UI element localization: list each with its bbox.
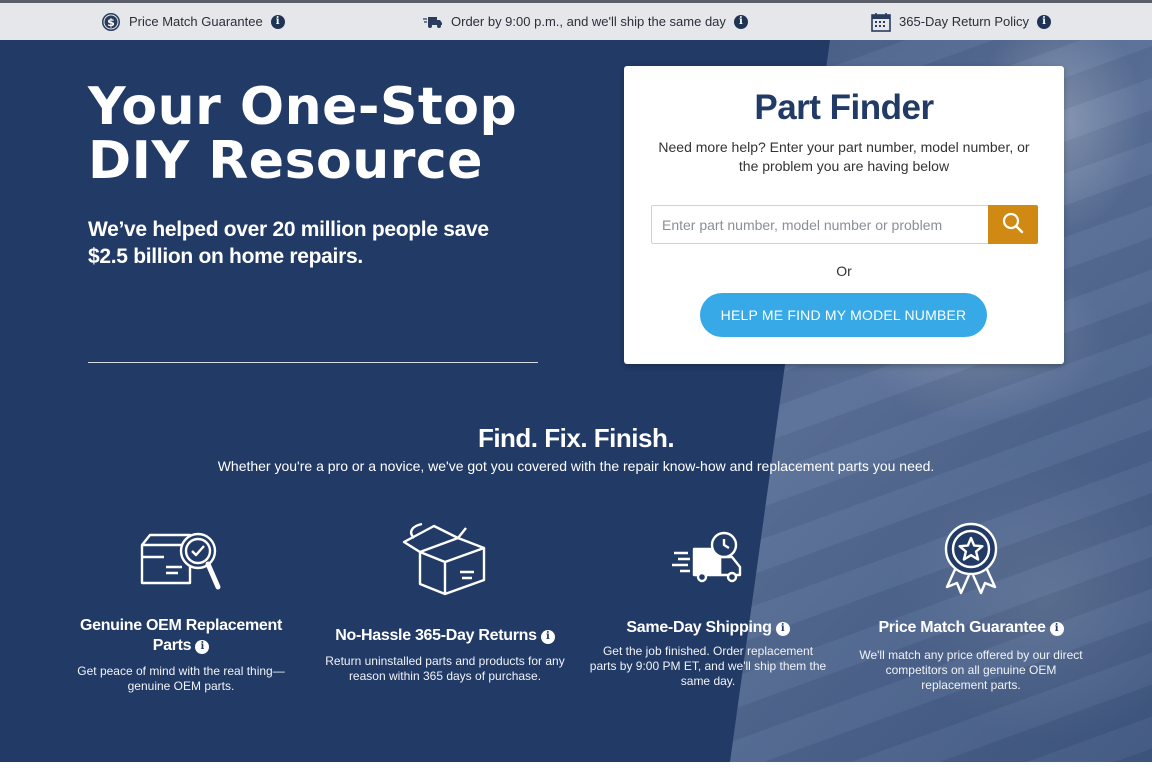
info-icon[interactable]: i — [195, 640, 210, 654]
search-button[interactable] — [988, 205, 1038, 244]
award-ribbon-icon — [851, 518, 1091, 600]
section-title: Find. Fix. Finish. — [477, 423, 675, 453]
info-icon[interactable]: i — [540, 630, 555, 644]
promo-returns[interactable]: 365-Day Return Policy i — [871, 3, 1052, 40]
feature-title: Genuine OEM Replacement Parts i — [79, 617, 283, 654]
feature-oem-parts: Genuine OEM Replacement Parts i Get peace… — [61, 518, 301, 694]
svg-text:$: $ — [107, 16, 115, 29]
promo-same-day-label: Order by 9:00 p.m., and we'll ship the s… — [451, 14, 726, 29]
feature-price-match: Price Match Guarantee i We'll match any p… — [851, 518, 1091, 693]
dollar-coin-icon: $ — [101, 12, 121, 32]
feature-title: Price Match Guarantee i — [851, 618, 1091, 638]
promo-price-match[interactable]: $ Price Match Guarantee i — [101, 3, 285, 40]
info-icon[interactable]: i — [775, 622, 790, 636]
promo-bar: $ Price Match Guarantee i Order by 9:00 … — [0, 0, 1152, 40]
hero-title: Your One-Stop DIY Resource — [88, 77, 518, 191]
info-icon[interactable]: i — [1049, 622, 1064, 636]
hero-section: Your One-Stop DIY Resource We’ve helped … — [0, 40, 1152, 762]
fast-delivery-truck-icon — [588, 518, 828, 600]
info-icon[interactable]: i — [1037, 14, 1052, 29]
feature-description: Get peace of mind with the real thing—ge… — [77, 664, 285, 693]
part-finder-description: Need more help? Enter your part number, … — [658, 139, 1030, 174]
part-finder-card: Part Finder Need more help? Enter your p… — [624, 66, 1064, 364]
feature-returns: No-Hassle 365-Day Returns i Return uninst… — [325, 518, 565, 684]
part-finder-title: Part Finder — [754, 88, 934, 127]
feature-description: Return uninstalled parts and products fo… — [325, 654, 565, 683]
feature-same-day-shipping: Same-Day Shipping i Get the job finished.… — [588, 518, 828, 689]
or-separator: Or — [836, 263, 852, 279]
feature-description: We'll match any price offered by our dir… — [859, 648, 1083, 692]
box-magnifier-icon — [61, 518, 301, 600]
feature-title: Same-Day Shipping i — [588, 618, 828, 638]
info-icon[interactable]: i — [270, 14, 285, 29]
info-icon[interactable]: i — [733, 14, 748, 29]
section-subtitle: Whether you're a pro or a novice, we've … — [217, 458, 935, 474]
find-model-number-button[interactable]: HELP ME FIND MY MODEL NUMBER — [700, 293, 987, 337]
part-search-form — [651, 205, 1038, 244]
promo-price-match-label: Price Match Guarantee — [129, 14, 263, 29]
hero-divider — [88, 362, 538, 363]
page-bottom-strip — [0, 762, 1152, 768]
hero-subtitle: We’ve helped over 20 million people save… — [88, 218, 489, 268]
promo-same-day[interactable]: Order by 9:00 p.m., and we'll ship the s… — [423, 3, 748, 40]
feature-description: Get the job finished. Order replacement … — [589, 644, 827, 688]
shipping-truck-icon — [423, 12, 443, 32]
feature-title: No-Hassle 365-Day Returns i — [325, 626, 565, 646]
search-icon — [1001, 211, 1025, 238]
promo-returns-label: 365-Day Return Policy — [899, 14, 1030, 29]
part-search-input[interactable] — [651, 205, 988, 244]
open-box-return-icon — [325, 518, 565, 600]
calendar-icon — [871, 12, 891, 32]
